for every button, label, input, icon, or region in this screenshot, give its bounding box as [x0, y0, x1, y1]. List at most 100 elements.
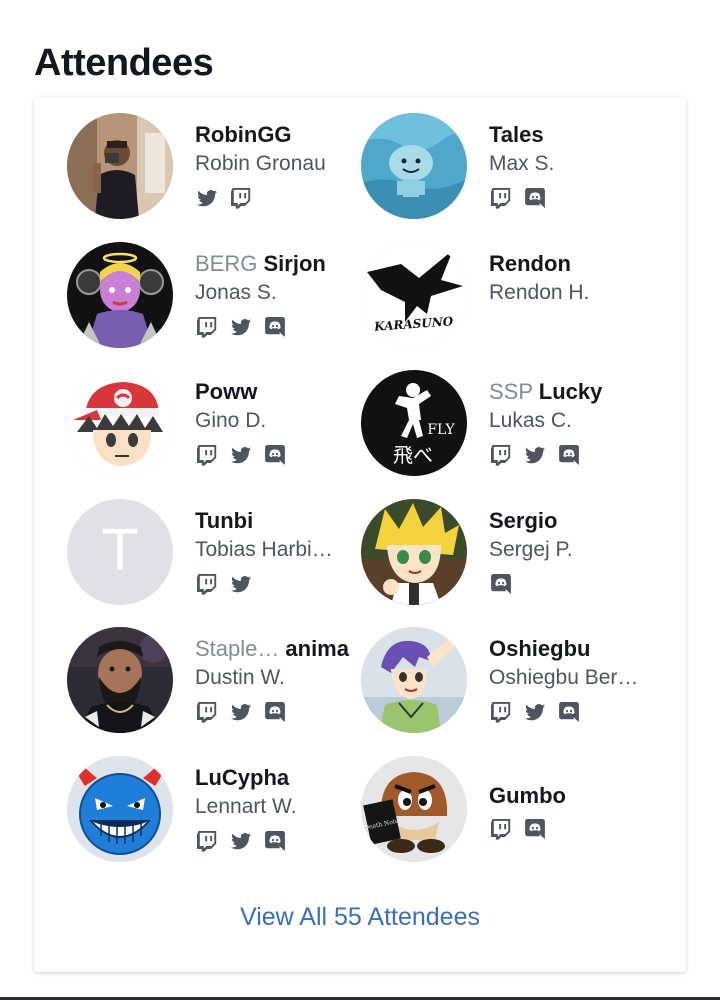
- attendee-card[interactable]: RobinGG Robin Gronau: [67, 113, 387, 223]
- attendee-name-line: LuCypha: [195, 764, 365, 792]
- attendee-real-name: Tobias Harbi…: [195, 537, 333, 561]
- twitch-icon[interactable]: [195, 443, 219, 467]
- discord-icon[interactable]: [557, 700, 581, 724]
- attendee-handle[interactable]: Oshiegbu: [489, 636, 590, 661]
- attendee-name-line: BERG Sirjon: [195, 250, 365, 278]
- attendee-card[interactable]: Death Note Gumbo: [361, 755, 681, 866]
- attendee-info: RobinGG Robin Gronau: [195, 121, 365, 211]
- attendee-real-name: Lukas C.: [489, 409, 572, 432]
- attendee-info: Staple… anima Dustin W.: [195, 635, 365, 725]
- discord-icon[interactable]: [489, 572, 513, 596]
- attendee-handle[interactable]: anima: [285, 636, 349, 661]
- twitter-icon[interactable]: [229, 443, 253, 467]
- attendee-card[interactable]: Staple… anima Dustin W.: [67, 627, 387, 737]
- discord-icon[interactable]: [263, 700, 287, 724]
- twitch-icon[interactable]: [195, 572, 219, 596]
- attendee-row: T Tunbi Tobias Harbi… Sergio Sergej P.: [34, 498, 686, 628]
- twitter-icon[interactable]: [229, 315, 253, 339]
- discord-icon[interactable]: [263, 443, 287, 467]
- attendee-real-name: Rendon H.: [489, 280, 590, 304]
- twitter-icon[interactable]: [229, 829, 253, 853]
- attendee-handle[interactable]: Tales: [489, 122, 544, 147]
- attendee-row: RobinGG Robin Gronau Tales Max S.: [34, 113, 686, 242]
- attendee-info: Tales Max S.: [489, 121, 659, 211]
- discord-icon[interactable]: [263, 829, 287, 853]
- attendee-card[interactable]: Tales Max S.: [361, 113, 681, 223]
- attendee-real-name: Sergej P.: [489, 537, 573, 561]
- attendee-card[interactable]: FLY 飛べ SSP Lucky Lukas C.: [361, 370, 681, 480]
- attendees-grid: RobinGG Robin Gronau Tales Max S. BERG Sirjo…: [34, 113, 686, 884]
- twitch-icon[interactable]: [489, 443, 513, 467]
- view-all-attendees-link[interactable]: View All 55 Attendees: [34, 903, 686, 932]
- attendee-card[interactable]: LuCypha Lennart W.: [67, 755, 387, 866]
- attendee-info: Sergio Sergej P.: [489, 507, 659, 597]
- avatar[interactable]: Death Note: [361, 755, 467, 862]
- avatar[interactable]: [361, 498, 467, 605]
- attendee-card[interactable]: T Tunbi Tobias Harbi…: [67, 498, 387, 609]
- twitter-icon[interactable]: [229, 700, 253, 724]
- avatar[interactable]: T: [67, 498, 173, 605]
- discord-icon[interactable]: [557, 443, 581, 467]
- attendee-name-line: SSP Lucky: [489, 378, 659, 406]
- twitch-icon[interactable]: [195, 315, 219, 339]
- avatar[interactable]: [361, 113, 467, 219]
- attendee-handle[interactable]: Lucky: [539, 379, 603, 404]
- attendee-handle[interactable]: Poww: [195, 379, 257, 404]
- twitch-icon[interactable]: [195, 829, 219, 853]
- attendee-handle[interactable]: RobinGG: [195, 122, 292, 147]
- avatar[interactable]: [67, 755, 173, 862]
- discord-icon[interactable]: [263, 315, 287, 339]
- attendee-card[interactable]: Oshiegbu Oshiegbu Ber…: [361, 627, 681, 737]
- social-links: [489, 185, 659, 211]
- twitter-icon[interactable]: [195, 186, 219, 210]
- twitter-icon[interactable]: [523, 700, 547, 724]
- twitch-icon[interactable]: [489, 186, 513, 210]
- attendee-card[interactable]: Poww Gino D.: [67, 370, 387, 480]
- social-links: [489, 699, 659, 725]
- avatar[interactable]: [361, 627, 467, 733]
- attendee-card[interactable]: BERG Sirjon Jonas S.: [67, 241, 387, 352]
- twitter-icon[interactable]: [523, 443, 547, 467]
- avatar[interactable]: FLY 飛べ: [361, 370, 467, 476]
- attendee-info: Rendon Rendon H.: [489, 250, 659, 308]
- attendees-card: RobinGG Robin Gronau Tales Max S. BERG Sirjo…: [34, 97, 686, 972]
- attendee-real-name: Max S.: [489, 152, 555, 175]
- avatar[interactable]: [67, 627, 173, 733]
- attendee-handle[interactable]: Gumbo: [489, 783, 566, 808]
- attendee-name-line: Tunbi: [195, 507, 365, 535]
- attendee-handle[interactable]: Tunbi: [195, 508, 253, 533]
- attendee-handle[interactable]: Sirjon: [263, 251, 325, 276]
- team-tag: BERG: [195, 250, 258, 276]
- attendee-handle[interactable]: Sergio: [489, 508, 557, 533]
- attendee-info: LuCypha Lennart W.: [195, 764, 365, 854]
- discord-icon[interactable]: [523, 186, 547, 210]
- avatar-initial: T: [102, 519, 138, 584]
- attendee-handle[interactable]: Rendon: [489, 251, 571, 276]
- attendee-row: Poww Gino D. FLY 飛べ SSP Lucky Lukas C.: [34, 370, 686, 499]
- avatar[interactable]: [67, 241, 173, 348]
- social-links: [195, 185, 365, 211]
- twitch-icon[interactable]: [195, 700, 219, 724]
- avatar[interactable]: [67, 113, 173, 219]
- attendee-name-line: Poww: [195, 378, 365, 406]
- twitch-icon[interactable]: [229, 186, 253, 210]
- attendee-name-line: Rendon: [489, 250, 659, 278]
- avatar[interactable]: [67, 370, 173, 476]
- attendee-card[interactable]: Sergio Sergej P.: [361, 498, 681, 609]
- attendee-real-name: Jonas S.: [195, 280, 277, 304]
- attendee-name-line: Oshiegbu: [489, 635, 659, 663]
- attendee-name-line: Tales: [489, 121, 659, 149]
- attendee-real-name: Robin Gronau: [195, 152, 326, 175]
- twitch-icon[interactable]: [489, 700, 513, 724]
- attendee-info: Oshiegbu Oshiegbu Ber…: [489, 635, 659, 725]
- avatar[interactable]: KARASUNO: [361, 241, 467, 348]
- twitter-icon[interactable]: [229, 572, 253, 596]
- attendee-real-name: Gino D.: [195, 409, 267, 432]
- attendee-name-line: Staple… anima: [195, 635, 365, 663]
- twitch-icon[interactable]: [489, 817, 513, 841]
- attendee-handle[interactable]: LuCypha: [195, 765, 289, 790]
- discord-icon[interactable]: [523, 817, 547, 841]
- attendee-card[interactable]: KARASUNO Rendon Rendon H.: [361, 241, 681, 352]
- social-links: [489, 816, 659, 842]
- attendee-info: Poww Gino D.: [195, 378, 365, 468]
